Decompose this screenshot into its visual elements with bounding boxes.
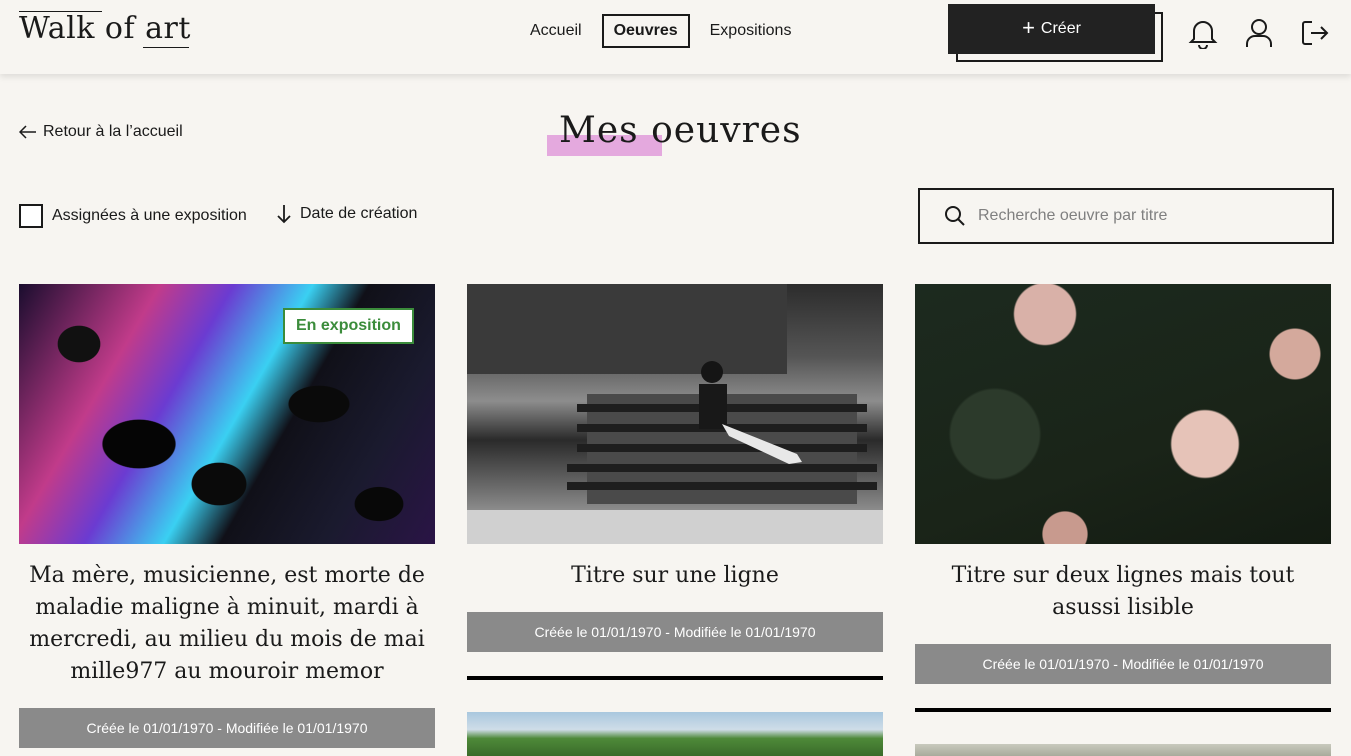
create-button[interactable]: + Créer — [948, 4, 1155, 54]
search-icon — [945, 206, 965, 226]
logout-icon[interactable] — [1299, 17, 1331, 49]
bench-scene-drawing — [467, 284, 883, 544]
sort-label: Date de création — [300, 205, 418, 222]
arrow-down-icon — [277, 205, 291, 224]
nav-item-oeuvres[interactable]: Oeuvres — [601, 14, 690, 48]
logo-decor-line-top — [19, 11, 102, 12]
artwork-card[interactable]: Titre sur une ligne Créée le 01/01/1970 … — [467, 284, 883, 652]
artwork-dates: Créée le 01/01/1970 - Modifiée le 01/01/… — [915, 644, 1331, 684]
top-navigation-bar: Walk of art Accueil Oeuvres Expositions … — [0, 0, 1351, 74]
artwork-title[interactable]: Titre sur deux lignes mais tout asussi l… — [915, 544, 1331, 624]
artwork-image-abstract-fluid[interactable]: En exposition — [19, 284, 435, 544]
create-button-wrapper: + Créer — [948, 4, 1163, 62]
artwork-image-city-preview[interactable] — [467, 712, 883, 756]
assigned-to-exhibition-filter[interactable]: Assignées à une exposition — [19, 204, 247, 228]
bell-icon[interactable] — [1187, 17, 1219, 49]
artwork-card[interactable]: Titre sur deux lignes mais tout asussi l… — [915, 284, 1331, 684]
main-nav: Accueil Oeuvres Expositions — [520, 14, 801, 48]
artwork-image-preview[interactable] — [915, 744, 1331, 756]
card-divider — [915, 708, 1331, 712]
logo-decor-line-bottom — [143, 47, 189, 48]
nav-item-accueil[interactable]: Accueil — [520, 14, 592, 48]
search-box — [918, 188, 1334, 244]
nav-item-expositions[interactable]: Expositions — [700, 14, 802, 48]
artwork-title[interactable]: Titre sur une ligne — [467, 544, 883, 592]
assigned-filter-label: Assignées à une exposition — [52, 207, 247, 224]
user-icon[interactable] — [1243, 17, 1275, 49]
back-link-label: Retour à la l’accueil — [43, 123, 183, 140]
page-title: Mes oeuvres — [559, 110, 802, 151]
create-button-label: Créer — [1040, 20, 1081, 37]
walk-of-art-logo[interactable]: Walk of art — [19, 8, 191, 48]
artwork-dates: Créée le 01/01/1970 - Modifiée le 01/01/… — [467, 612, 883, 652]
back-to-home-link[interactable]: Retour à la l’accueil — [19, 123, 183, 141]
artwork-card[interactable]: En exposition Ma mère, musicienne, est m… — [19, 284, 435, 748]
search-input[interactable] — [978, 207, 1308, 225]
plus-icon: + — [1022, 15, 1035, 40]
artwork-dates: Créée le 01/01/1970 - Modifiée le 01/01/… — [19, 708, 435, 748]
artwork-image-woman-bench[interactable] — [467, 284, 883, 544]
artwork-title[interactable]: Ma mère, musicienne, est morte de maladi… — [19, 544, 435, 688]
exhibition-status-badge: En exposition — [283, 308, 414, 344]
artwork-image-roses[interactable] — [915, 284, 1331, 544]
arrow-left-icon — [19, 125, 36, 139]
assigned-checkbox[interactable] — [19, 204, 43, 228]
page-title-wrapper: Mes oeuvres — [547, 110, 802, 156]
logo-text: Walk of art — [19, 11, 191, 46]
card-divider — [467, 676, 883, 680]
sort-by-creation-date[interactable]: Date de création — [276, 204, 417, 224]
